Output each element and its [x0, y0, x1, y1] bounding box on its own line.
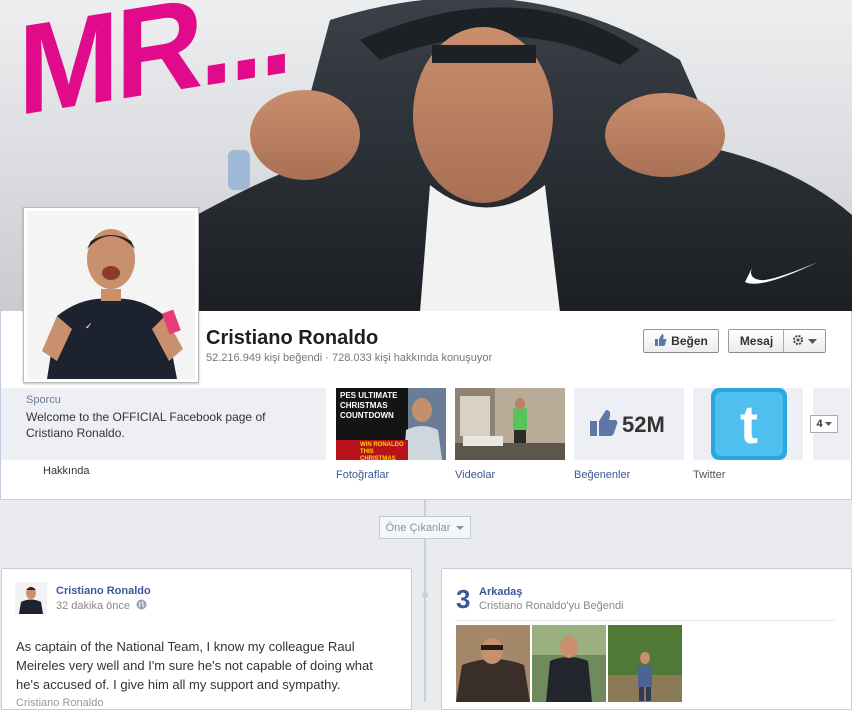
friends-subtitle: Cristiano Ronaldo'yu Beğendi [479, 600, 624, 612]
app-twitter[interactable]: t [693, 388, 803, 460]
profile-avatar-image: ✓ [27, 211, 195, 379]
page-category: Sporcu [26, 394, 61, 406]
friend-photo[interactable] [532, 625, 606, 702]
friend-image [532, 625, 606, 702]
app-likes[interactable]: 52M [574, 388, 684, 460]
svg-text:t: t [740, 395, 758, 455]
chevron-down-icon [456, 522, 465, 534]
post-footer: Cristiano Ronaldo [16, 697, 104, 709]
chevron-down-icon [824, 418, 832, 430]
videos-thumbnail [455, 388, 565, 460]
highlights-dropdown[interactable]: Öne Çıkanlar [379, 516, 471, 539]
photos-thumb-text: PES ULTIMATE CHRISTMAS COUNTDOWN [340, 391, 398, 420]
page-title[interactable]: Cristiano Ronaldo [206, 327, 378, 350]
gear-icon [792, 334, 804, 349]
post-timestamp[interactable]: 32 dakika önce [56, 599, 147, 613]
page-stats: 52.216.949 kişi beğendi · 728.033 kişi h… [206, 352, 493, 364]
like-button[interactable]: Beğen [643, 329, 719, 353]
friend-image [456, 625, 530, 702]
friends-title[interactable]: Arkadaş [479, 586, 522, 598]
post-time-text: 32 dakika önce [56, 600, 130, 612]
app-videos-label[interactable]: Videolar [455, 469, 495, 481]
thumbs-up-icon [654, 333, 667, 349]
message-button[interactable]: Mesaj [728, 329, 785, 353]
timeline-dot [422, 592, 428, 598]
photos-thumb-subtext: WIN RONALDO THIS CHRISTMAS [360, 442, 404, 460]
more-apps-count: 4 [816, 418, 823, 430]
message-button-label: Mesaj [739, 334, 774, 348]
twitter-icon: t [711, 388, 787, 460]
friend-photo[interactable] [456, 625, 530, 702]
divider [455, 620, 835, 621]
thumbs-up-icon [590, 410, 618, 439]
like-button-label: Beğen [671, 334, 708, 348]
svg-text:✓: ✓ [85, 321, 93, 331]
post-author-avatar[interactable] [15, 582, 47, 614]
post-author-name[interactable]: Cristiano Ronaldo [56, 585, 151, 597]
app-photos-label[interactable]: Fotoğraflar [336, 469, 389, 481]
likes-count: 52M [622, 412, 665, 437]
more-apps-button[interactable]: 4 [810, 415, 838, 433]
app-twitter-label[interactable]: Twitter [693, 469, 725, 481]
about-link[interactable]: Hakkında [43, 465, 89, 477]
settings-dropdown-button[interactable] [783, 329, 826, 353]
highlights-label: Öne Çıkanlar [385, 521, 451, 534]
app-likes-label[interactable]: Beğenenler [574, 469, 630, 481]
friend-photo[interactable] [608, 625, 682, 702]
friends-count: 3 [456, 584, 471, 614]
post-body: As captain of the National Team, I know … [16, 639, 373, 692]
globe-icon [136, 599, 147, 613]
app-photos[interactable]: PES ULTIMATE CHRISTMAS COUNTDOWN WIN RON… [336, 388, 446, 460]
avatar [15, 582, 47, 614]
profile-picture[interactable]: ✓ [23, 207, 199, 383]
app-videos[interactable] [455, 388, 565, 460]
friend-image [608, 625, 682, 702]
about-description: Welcome to the OFFICIAL Facebook page of… [26, 410, 266, 440]
chevron-down-icon [808, 334, 817, 348]
